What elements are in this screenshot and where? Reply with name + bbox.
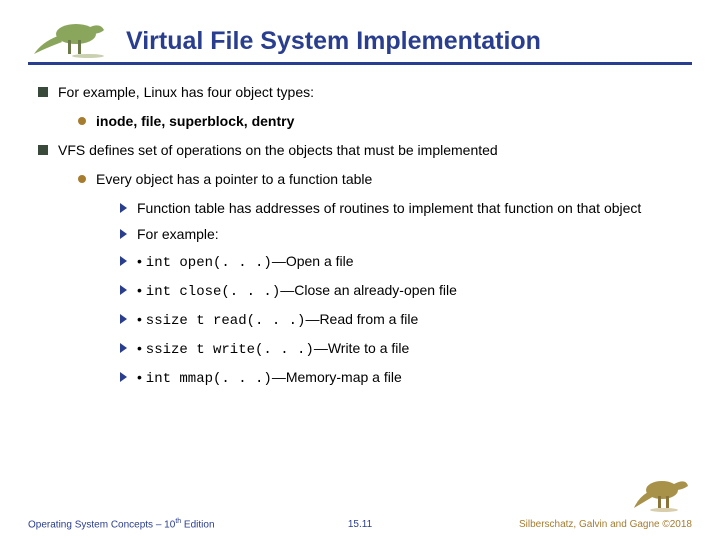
bullet-lvl3: • ssize t read(. . .)—Read from a file [120,310,692,331]
bullet-lvl3: • int close(. . .)—Close an already-open… [120,281,692,302]
square-bullet-icon [38,145,48,155]
dinosaur-bottom-icon [632,472,690,512]
footer-page-number: 15.11 [348,519,372,530]
bullet-lvl3: Function table has addresses of routines… [120,199,692,218]
bullet-text: • int mmap(. . .)—Memory-map a file [137,368,402,389]
triangle-bullet-icon [120,343,127,353]
bullet-text: • ssize t read(. . .)—Read from a file [137,310,418,331]
footer: Operating System Concepts – 10th Edition… [0,518,720,530]
dinosaur-top-icon [28,14,106,58]
slide-title: Virtual File System Implementation [126,27,541,58]
bullet-text: For example: [137,225,219,244]
triangle-bullet-icon [120,229,127,239]
bullet-text: inode, file, superblock, dentry [96,112,294,131]
bullet-lvl1: VFS defines set of operations on the obj… [38,141,692,160]
footer-left: Operating System Concepts – 10th Edition [28,518,215,530]
bullet-lvl2: Every object has a pointer to a function… [78,170,692,189]
dot-bullet-icon [78,175,86,183]
square-bullet-icon [38,87,48,97]
bullet-text: • int close(. . .)—Close an already-open… [137,281,457,302]
dot-bullet-icon [78,117,86,125]
bullet-lvl3: • ssize t write(. . .)—Write to a file [120,339,692,360]
bullet-text: For example, Linux has four object types… [58,83,314,102]
triangle-bullet-icon [120,372,127,382]
bullet-text: Function table has addresses of routines… [137,199,641,218]
triangle-bullet-icon [120,285,127,295]
bullet-text: • int open(. . .)—Open a file [137,252,354,273]
bullet-lvl1: For example, Linux has four object types… [38,83,692,102]
bullet-lvl3: • int mmap(. . .)—Memory-map a file [120,368,692,389]
triangle-bullet-icon [120,314,127,324]
slide: Virtual File System Implementation For e… [0,0,720,389]
bullet-text: Every object has a pointer to a function… [96,170,372,189]
header: Virtual File System Implementation [28,14,692,65]
triangle-bullet-icon [120,256,127,266]
bullet-text: VFS defines set of operations on the obj… [58,141,498,160]
triangle-bullet-icon [120,203,127,213]
bullet-lvl3: For example: [120,225,692,244]
content-area: For example, Linux has four object types… [28,83,692,389]
bullet-lvl3: • int open(. . .)—Open a file [120,252,692,273]
footer-copyright: Silberschatz, Galvin and Gagne ©2018 [519,519,692,530]
bullet-lvl2: inode, file, superblock, dentry [78,112,692,131]
bullet-text: • ssize t write(. . .)—Write to a file [137,339,409,360]
